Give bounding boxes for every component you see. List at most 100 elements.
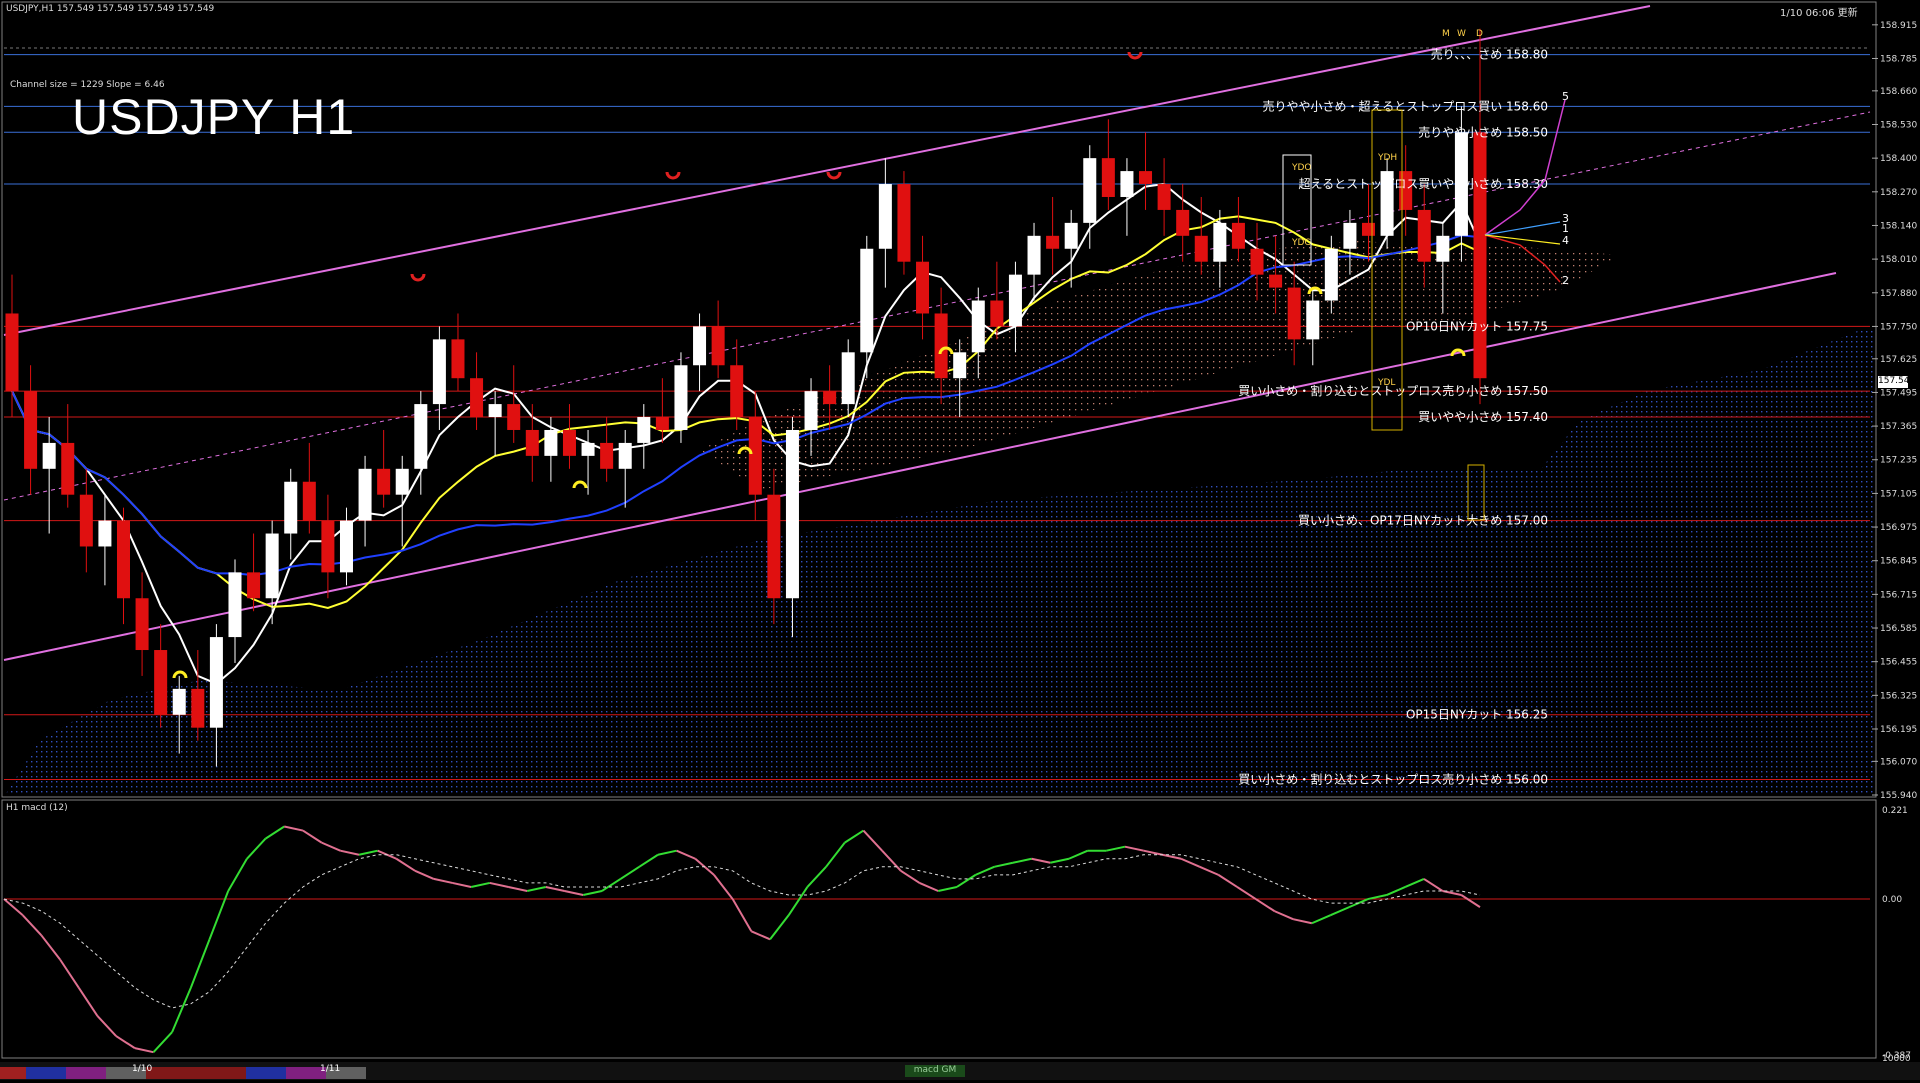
symbol-line: USDJPY,H1 157.549 157.549 157.549 157.54… [6,4,215,14]
candle-body [377,468,391,495]
candle-body [1176,209,1190,236]
current-price-badge: 157.549 [1878,376,1916,388]
macd-tick-label: 0.00 [1882,895,1902,905]
level-label: OP10日NYカット 157.75 [1406,319,1548,333]
candle-body [451,339,465,379]
candle-body [693,326,707,366]
candle-body [544,429,558,456]
box-label: YDC [1291,238,1311,248]
price-tick-label: 156.195 [1880,725,1917,735]
candle-body [1064,222,1078,249]
price-tick-label: 158.915 [1880,21,1917,31]
candle-body [953,352,967,379]
candle-body [247,572,261,599]
candle-body [1046,235,1060,249]
candle-body [1008,274,1022,327]
price-tick-label: 158.530 [1880,120,1917,130]
candle-body [1157,184,1171,210]
price-tick-label: 156.845 [1880,557,1917,567]
candle-body [228,572,242,638]
price-tick-label: 158.400 [1880,154,1917,164]
box-label: YDL [1377,378,1395,388]
candle-body [209,637,223,728]
projection-label: 2 [1562,274,1569,287]
candle-body [135,598,149,651]
candle-body [916,261,930,314]
candle-body [971,300,985,353]
price-tick-label: 158.785 [1880,54,1917,64]
time-label-1: 1/10 [132,1064,153,1074]
price-tick-label: 157.365 [1880,422,1917,432]
candle-body [395,468,409,495]
candle-body [711,326,725,366]
level-label: 買いやや小さめ 157.40 [1418,410,1548,424]
price-tick-label: 157.235 [1880,456,1917,466]
candle-body [321,520,335,573]
candle-body [990,300,1004,327]
candle-body [1231,222,1245,249]
candle-body [525,429,539,456]
price-tick-label: 157.495 [1880,388,1917,398]
candle-body [284,481,298,534]
candle-body [1417,209,1431,262]
price-tick-label: 156.325 [1880,691,1917,701]
candle-body [878,184,892,249]
candle-body [730,365,744,418]
candle-body [5,313,19,392]
candle-body [748,417,762,495]
candle-body [1343,222,1357,249]
candle-body [432,339,446,405]
level-label: 超えるとストップロス買いやや小さめ 158.30 [1299,176,1548,191]
candle-body [1269,274,1283,288]
level-label: 買い小さめ、OP17日NYカット大きめ 157.00 [1298,514,1548,528]
candle-body [600,442,614,469]
price-tick-label: 157.750 [1880,322,1917,332]
price-tick-label: 158.660 [1880,87,1917,97]
price-tick-label: 156.585 [1880,624,1917,634]
candle-body [1473,132,1487,379]
macd-panel-frame [1,799,1877,1059]
candle-body [154,650,168,715]
candle-body [302,481,316,521]
candle-body [860,248,874,353]
box-label: YDH [1377,153,1397,163]
candle-body [1027,235,1041,275]
candle-body [562,429,576,456]
chart-canvas: 158.915 158.785 158.660 158.530 158.400 158.2… [0,1,1920,1080]
candle-body [1287,287,1301,340]
candle-body [24,391,38,469]
candle-body [1194,235,1208,262]
candle-body [1250,248,1264,275]
candle-body [172,688,186,715]
candle-body [98,520,112,547]
candle-body [1120,171,1134,197]
level-label: 買い小さめ・割り込むとストップロス売り小さめ 156.00 [1238,771,1548,786]
candle-body [1083,158,1097,223]
level-label: OP15日NYカット 156.25 [1406,708,1548,722]
macd-tick-label: 0.221 [1882,806,1908,816]
price-tick-label: 156.975 [1880,523,1917,533]
candle-body [470,378,484,418]
candle-body [265,533,279,599]
candle-body [804,391,818,430]
macd-label: H1 macd (12) [6,803,68,813]
projection-label: 4 [1562,234,1569,247]
updated-timestamp: 1/10 06:06 更新 [1780,8,1858,19]
level-label: 売り、、、さめ 158.80 [1431,47,1548,62]
macd-tab[interactable]: macd GM [905,1065,965,1077]
candle-body [116,520,130,599]
candle-body [42,442,56,469]
candle-body [767,494,781,599]
candle-body [507,404,521,430]
chart-title: USDJPY H1 [72,89,356,145]
candle-body [1101,158,1115,197]
level-label: 売りやや小さめ・超えるとストップロス買い 158.60 [1263,98,1548,113]
price-tick-label: 157.105 [1880,489,1917,499]
candle-body [488,404,502,418]
candle-body [637,417,651,443]
candle-body [674,365,688,430]
macd-tick-label: 10000 [1882,1054,1911,1064]
candle-body [1324,248,1338,301]
box-label: M [1442,29,1450,39]
candle-body [191,688,205,728]
